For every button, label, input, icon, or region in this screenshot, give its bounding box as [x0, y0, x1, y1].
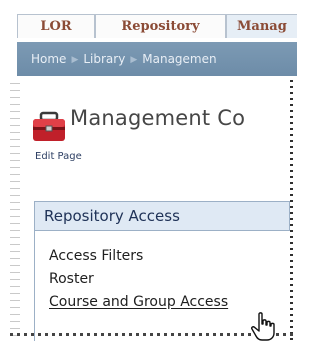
breadcrumb-separator-icon: ▶: [130, 55, 138, 65]
top-tab-bar: LOR Repository Manag: [17, 14, 297, 41]
breadcrumb-item-library[interactable]: Library: [83, 52, 125, 66]
breadcrumb-separator-icon: ▶: [71, 55, 79, 65]
toolbox-icon: [33, 111, 65, 141]
tab-management[interactable]: Manag: [226, 14, 297, 38]
repository-access-header: Repository Access: [34, 201, 290, 231]
course-and-group-access-link[interactable]: Course and Group Access: [49, 294, 228, 310]
access-filters-link[interactable]: Access Filters: [49, 248, 143, 264]
breadcrumb-item-home[interactable]: Home: [31, 52, 66, 66]
breadcrumb-item-management[interactable]: Managemen: [142, 52, 216, 66]
screenshot-frame: LOR Repository Manag Home ▶ Library ▶ Manage…: [0, 0, 297, 341]
tab-lor[interactable]: LOR: [17, 14, 95, 38]
page-title: Management Co: [70, 106, 246, 130]
breadcrumb: Home ▶ Library ▶ Managemen: [17, 42, 297, 76]
page-edge-left: [10, 80, 20, 341]
tab-repository[interactable]: Repository: [95, 14, 226, 38]
edit-page-link[interactable]: Edit Page: [35, 151, 82, 162]
page-edge-right: [290, 80, 293, 341]
roster-link[interactable]: Roster: [49, 271, 94, 287]
hand-pointer-icon: [251, 312, 275, 341]
